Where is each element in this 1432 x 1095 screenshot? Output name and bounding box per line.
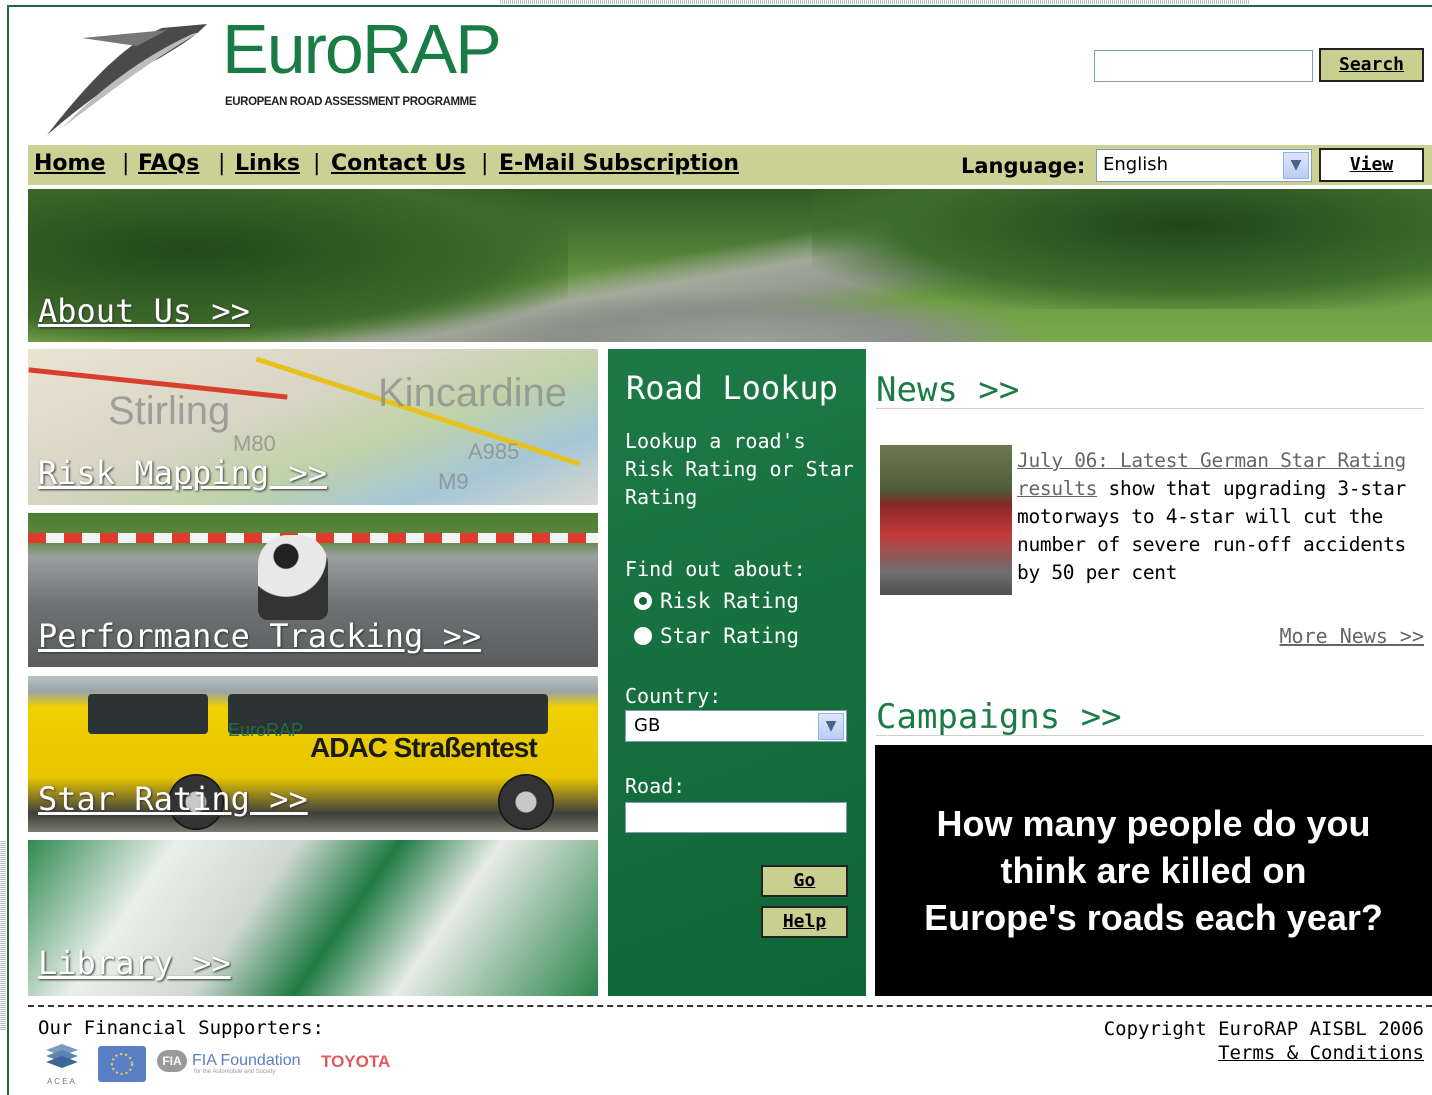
chevron-down-icon[interactable]: ▼ (1283, 152, 1309, 179)
nav-separator: | (218, 151, 226, 176)
eu-stars-icon (111, 1053, 133, 1075)
terms-link[interactable]: Terms & Conditions (1104, 1041, 1424, 1065)
performance-tracking-link[interactable]: Performance Tracking >> (38, 617, 481, 655)
map-label-m9: M9 (438, 469, 469, 494)
nav-links-link[interactable]: Links (235, 151, 300, 176)
campaign-banner[interactable]: How many people do you think are killed … (875, 745, 1432, 996)
road-lookup-panel: Road Lookup Lookup a road's Risk Rating … (608, 349, 866, 996)
acea-logo[interactable]: ACEA (44, 1042, 80, 1090)
star-rating-link[interactable]: Star Rating >> (38, 780, 308, 818)
news-heading-link[interactable]: News >> (876, 370, 1019, 410)
search-input[interactable] (1094, 50, 1313, 82)
campaigns-heading-link[interactable]: Campaigns >> (876, 697, 1122, 737)
about-us-link[interactable]: About Us >> (38, 292, 250, 330)
campaigns-divider (876, 735, 1424, 736)
nav-separator: | (122, 151, 130, 176)
nav-separator: | (313, 151, 321, 176)
risk-mapping-tile[interactable]: Stirling Kincardine M80 A985 M9 Risk Map… (28, 349, 598, 505)
help-button[interactable]: Help (761, 906, 848, 938)
nav-contact-link[interactable]: Contact Us (331, 151, 465, 176)
news-item: July 06: Latest German Star Rating resul… (1017, 447, 1427, 587)
country-select[interactable]: GB ▼ (625, 710, 847, 742)
library-tile[interactable]: Library >> (28, 840, 598, 996)
risk-rating-label: Risk Rating (660, 589, 800, 613)
performance-tracking-tile[interactable]: Performance Tracking >> (28, 513, 598, 667)
star-rating-label: Star Rating (660, 624, 800, 648)
map-label-a985: A985 (468, 439, 520, 464)
footer-divider (28, 1005, 1432, 1007)
road-lookup-description: Lookup a road's Risk Rating or Star Rati… (625, 429, 854, 509)
risk-mapping-link[interactable]: Risk Mapping >> (38, 454, 327, 492)
risk-rating-radio[interactable]: Risk Rating (634, 589, 799, 613)
chevron-down-icon[interactable]: ▼ (818, 713, 844, 740)
view-button[interactable]: View (1319, 148, 1424, 182)
star-rating-radio[interactable]: Star Rating (634, 624, 799, 648)
van-eurorap-logo: EuroRAP (228, 720, 304, 740)
acea-label: ACEA (47, 1077, 77, 1086)
top-dotted-strip (500, 0, 1250, 4)
hero-banner[interactable]: About Us >> (28, 189, 1432, 342)
fia-foundation-tagline: for the Automobile and Society (194, 1069, 276, 1075)
map-label-stirling: Stirling (108, 389, 231, 433)
nav-home-link[interactable]: Home (34, 151, 105, 176)
more-news-link[interactable]: More News >> (1280, 624, 1425, 648)
van-wheel (498, 774, 554, 830)
news-divider (876, 408, 1424, 409)
star-rating-tile[interactable]: EuroRAP ADAC Straßentest Star Rating >> (28, 676, 598, 832)
logo-swoosh-icon (47, 24, 207, 135)
eu-flag-logo[interactable] (98, 1046, 146, 1082)
nav-separator: | (481, 151, 489, 176)
van-adac-text: ADAC Straßentest (310, 732, 538, 763)
nav-email-subscription-link[interactable]: E-Mail Subscription (499, 151, 739, 176)
copyright-text: Copyright EuroRAP AISBL 2006 (1103, 1018, 1424, 1040)
news-crashed-car-photo (880, 445, 1012, 595)
road-input[interactable] (625, 802, 847, 833)
map-label-kincardine: Kincardine (378, 371, 568, 415)
country-label: Country: (625, 684, 722, 708)
go-button[interactable]: Go (761, 865, 848, 897)
language-select[interactable]: English ▼ (1096, 149, 1312, 182)
nav-faqs-link[interactable]: FAQs (138, 151, 199, 176)
campaign-banner-text: How many people do you think are killed … (924, 803, 1383, 938)
radio-unselected-icon[interactable] (634, 627, 652, 645)
road-lookup-title: Road Lookup (626, 369, 838, 407)
country-value: GB (634, 715, 661, 736)
road-label: Road: (625, 774, 686, 798)
logo-title[interactable]: EuroRAP (222, 14, 502, 84)
toyota-logo[interactable]: TOYOTA (321, 1052, 390, 1072)
hero-trees-right (812, 189, 1432, 309)
language-label: Language: (961, 154, 1086, 178)
supporters-label: Our Financial Supporters: (38, 1017, 324, 1039)
motorcycle-rider (258, 535, 328, 620)
fia-logo[interactable]: FIA (157, 1050, 187, 1072)
left-dotted-strip (0, 840, 6, 1030)
acea-stack-icon (46, 1044, 78, 1068)
radio-selected-icon[interactable] (634, 592, 652, 610)
logo-subtitle: EUROPEAN ROAD ASSESSMENT PROGRAMME (225, 96, 477, 108)
search-button[interactable]: Search (1319, 48, 1424, 82)
library-link[interactable]: Library >> (38, 944, 231, 982)
fia-foundation-logo[interactable]: FIA Foundation (192, 1052, 301, 1070)
language-value: English (1103, 154, 1168, 175)
footer-right: Copyright EuroRAP AISBL 2006 Terms & Con… (1104, 1017, 1424, 1065)
van-window (88, 694, 208, 734)
find-out-label: Find out about: (625, 557, 806, 581)
